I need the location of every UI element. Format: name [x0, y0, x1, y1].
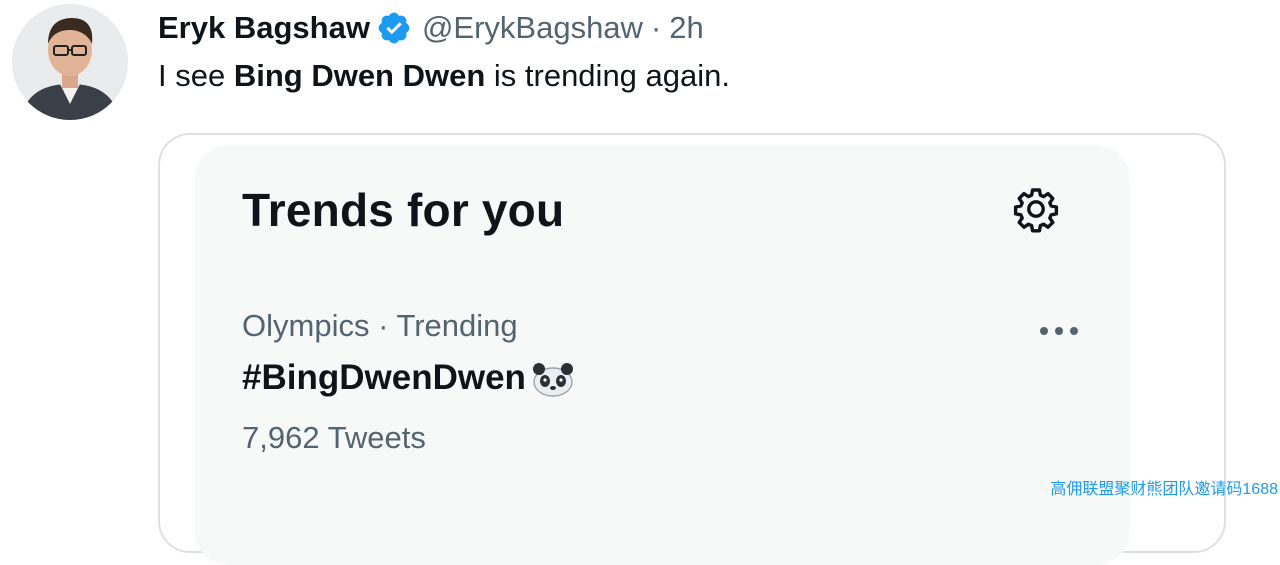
gear-icon[interactable] [1012, 185, 1060, 233]
trend-meta: Olympics · Trending [242, 308, 518, 343]
tweet-text: I see Bing Dwen Dwen is trending again. [158, 58, 730, 94]
avatar-image [12, 4, 128, 120]
watermark: 高佣联盟聚财熊团队邀请码1688 [1050, 481, 1278, 498]
trends-title: Trends for you [242, 184, 565, 236]
tweet-text-bold: Bing Dwen Dwen [233, 58, 486, 93]
display-name[interactable]: Eryk Bagshaw [158, 10, 370, 46]
tweet-timestamp[interactable]: 2h [669, 10, 703, 46]
verified-badge-icon [378, 12, 410, 44]
header-separator: · [650, 10, 662, 45]
user-handle[interactable]: @ErykBagshaw [422, 10, 643, 46]
tweet-text-after: is trending again. [485, 58, 730, 93]
tweet-text-before: I see [158, 58, 234, 93]
trend-tweet-count: 7,962 Tweets [242, 420, 426, 455]
trend-hashtag-row[interactable]: #BingDwenDwen [242, 358, 576, 398]
tweet-header: Eryk Bagshaw @ErykBagshaw · 2h [158, 8, 704, 48]
more-horizontal-icon[interactable] [1036, 316, 1082, 346]
trend-hashtag[interactable]: #BingDwenDwen [242, 358, 526, 398]
avatar[interactable] [12, 4, 128, 120]
panda-emoji-icon [532, 363, 573, 397]
